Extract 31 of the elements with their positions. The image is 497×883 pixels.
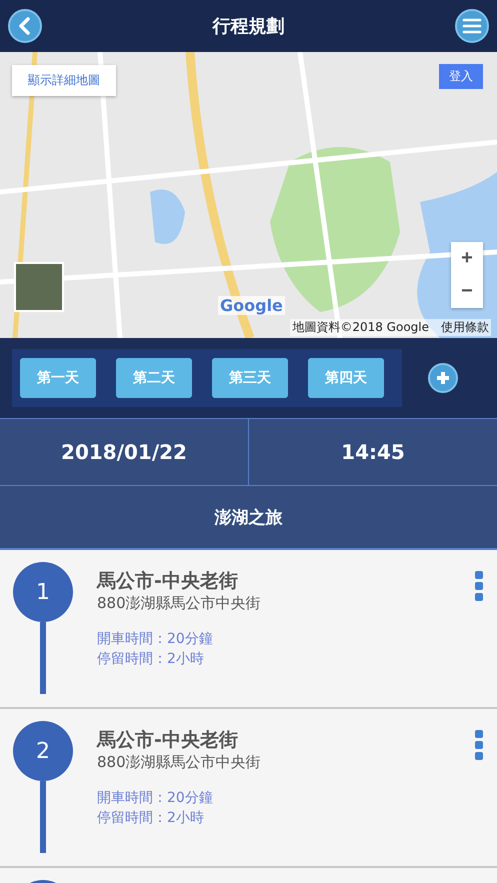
detail-map-button[interactable]: 顯示詳細地圖 — [12, 65, 116, 96]
map-logo: Google — [218, 296, 285, 315]
menu-button[interactable] — [455, 9, 489, 43]
sign-in-button[interactable]: 登入 — [439, 64, 483, 89]
stop-card[interactable]: 1 馬公市-中央老街 880澎湖縣馬公市中央街 開車時間：20分鐘 停留時間：2小時 — [0, 550, 497, 707]
stop-address: 880澎湖縣馬公市中央街 — [97, 594, 262, 613]
map-attribution: 地圖資料©2018 Google — [292, 319, 429, 336]
menu-icon — [462, 18, 482, 34]
stop-address: 880澎湖縣馬公市中央街 — [97, 753, 262, 772]
stop-number: 2 — [13, 721, 73, 781]
back-button[interactable] — [8, 9, 42, 43]
terms-link[interactable]: 使用條款 — [441, 319, 489, 336]
map-view[interactable]: 顯示詳細地圖 登入 + − Google 地圖資料©2018 Google 使用條款 — [0, 52, 497, 338]
stop-card[interactable]: 2 馬公市-中央老街 880澎湖縣馬公市中央街 開車時間：20分鐘 停留時間：2小時 — [0, 709, 497, 866]
stop-number: 1 — [13, 562, 73, 622]
stop-name: 馬公市-中央老街 — [97, 569, 239, 594]
zoom-out-button[interactable]: − — [451, 275, 483, 308]
drive-time: 開車時間：20分鐘 — [97, 789, 214, 808]
page-title: 行程規劃 — [212, 15, 284, 38]
add-day-button[interactable] — [428, 363, 458, 393]
stay-time: 停留時間：2小時 — [97, 650, 205, 670]
more-icon — [475, 571, 483, 603]
more-icon — [475, 730, 483, 762]
stay-time: 停留時間：2小時 — [97, 809, 205, 828]
satellite-thumbnail[interactable] — [14, 262, 64, 312]
stop-name: 馬公市-中央老街 — [97, 728, 239, 753]
trip-title: 澎湖之旅 — [0, 485, 497, 550]
zoom-in-button[interactable]: + — [451, 242, 483, 275]
drive-time: 開車時間：20分鐘 — [97, 630, 214, 649]
plus-icon — [435, 370, 451, 386]
date-field[interactable]: 2018/01/22 — [0, 419, 248, 485]
